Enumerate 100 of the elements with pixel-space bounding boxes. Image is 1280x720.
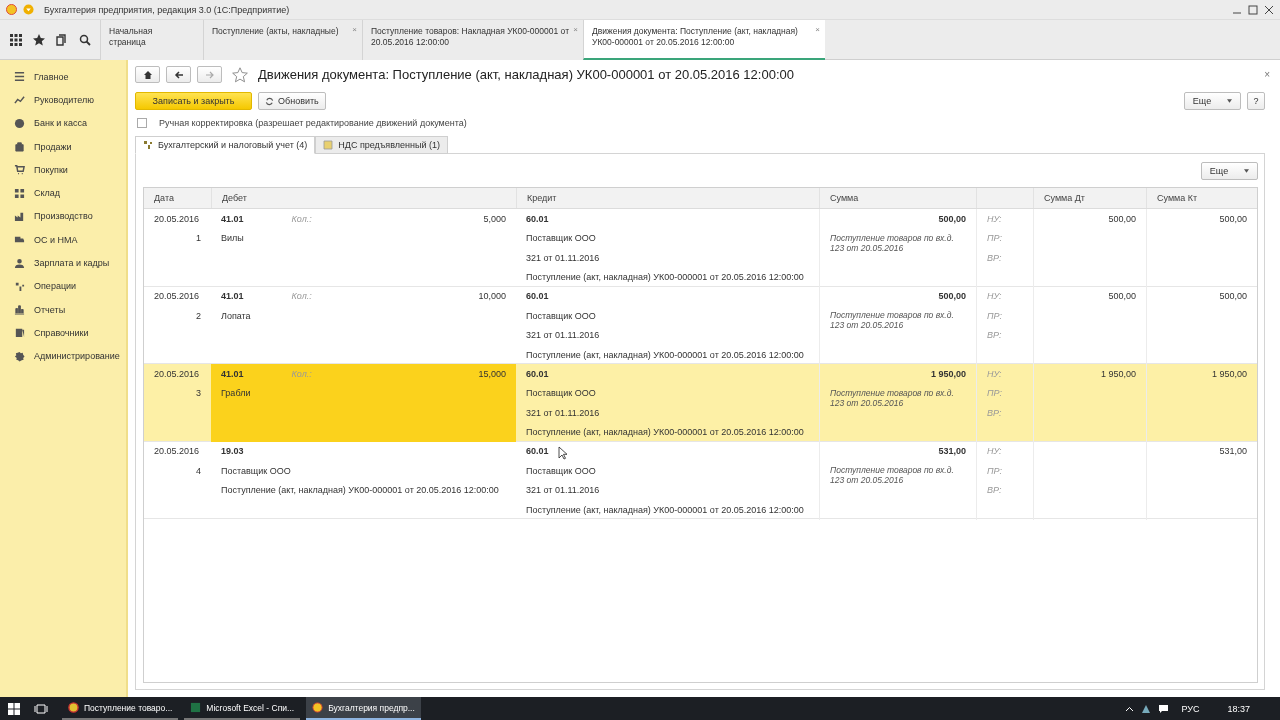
table-cell: НУ: (987, 368, 1002, 379)
taskbar-item[interactable]: Microsoft Excel - Спи... (184, 697, 301, 720)
column-header[interactable]: Сумма Кт (1146, 188, 1257, 208)
table-cell: ПР: (987, 310, 1002, 321)
table-cell-text: Поступление товаров по вх.д. 123 от 20.05.2016 (830, 310, 955, 330)
table-cell: Поступление (акт, накладная) УК00-000001 от 20.05.2016 12:00:00 (221, 485, 499, 496)
maximize-icon[interactable] (1248, 4, 1258, 15)
table-cell: 3 (196, 388, 201, 399)
form-tab[interactable]: Бухгалтерский и налоговый учет (4) (135, 136, 316, 154)
table-cell: 41.01 (221, 213, 244, 224)
table-cell-text: Поступление товаров по вх.д. 123 от 20.05.2016 (830, 465, 955, 485)
clock[interactable]: 18:37 (1227, 703, 1250, 714)
sidebar-item[interactable]: Продажи (14, 134, 126, 159)
table-cell: 10,000 (478, 291, 506, 302)
refresh-button[interactable]: Обновить (258, 92, 326, 110)
sidebar-item[interactable]: Отчеты (14, 297, 126, 322)
document-tab[interactable]: Поступление товаров: Накладная УК00-000001 от 20.05.2016 12:00:00 × (362, 20, 583, 60)
sidebar-item[interactable]: Справочники (14, 321, 126, 345)
column-header[interactable]: Дебет (211, 188, 516, 208)
table-cell-text: Поступление товаров по вх.д. 123 от 20.05.2016 (830, 387, 955, 408)
apps-grid-icon[interactable] (9, 33, 22, 46)
table-cell: 4 (196, 465, 201, 476)
table-cell: Поставщик ООО (526, 310, 596, 321)
app-icon (312, 702, 324, 713)
table-cell: Поставщик ООО (526, 233, 596, 244)
document-tab[interactable]: Движения документа: Поступление (акт, накладная) УК00-000001 от 20.05.2016 12:00:00 × (583, 20, 825, 60)
table-cell: Поступление (акт, накладная) УК00-000001 от 20.05.2016 12:00:00 (526, 349, 804, 360)
more-dropdown[interactable]: Еще (1184, 92, 1241, 110)
close-icon[interactable] (1264, 4, 1274, 15)
table-row[interactable] (144, 441, 1257, 519)
sidebar-item[interactable]: Операции (14, 274, 126, 298)
table-cell: 321 от 01.11.2016 (526, 485, 600, 496)
sidebar-item[interactable]: Банк и касса (14, 111, 126, 135)
task-view-icon[interactable] (34, 702, 48, 715)
taskbar-item[interactable]: Бухгалтерия предпр... (306, 697, 421, 720)
form-tab[interactable]: НДС предъявленный (1) (315, 136, 448, 154)
help-button[interactable]: ? (1247, 92, 1265, 110)
language-indicator[interactable]: РУС (1181, 703, 1200, 714)
home-button[interactable] (135, 66, 160, 83)
save-and-close-button[interactable]: Записать и закрыть (135, 92, 252, 110)
document-tab[interactable]: Поступление (акты, накладные) × (203, 20, 362, 60)
table-cell: Поступление (акт, накладная) УК00-000001 от 20.05.2016 12:00:00 (526, 427, 804, 438)
table-row[interactable] (144, 364, 1257, 442)
checkbox[interactable] (137, 118, 147, 128)
star-icon[interactable] (232, 66, 248, 83)
cursor-icon (558, 446, 568, 460)
table-cell: ВР: (987, 330, 1002, 341)
sidebar-item[interactable]: Главное (14, 65, 126, 89)
table-cell: 60.01 (526, 213, 549, 224)
right-arrow-icon (204, 69, 215, 80)
star-icon[interactable] (32, 33, 45, 46)
table-cell: 20.05.2016 (154, 213, 200, 224)
sidebar-item[interactable]: Производство (14, 204, 126, 229)
table-cell: 19.03 (221, 446, 244, 457)
bag-icon (14, 141, 25, 153)
sidebar-item[interactable]: Администрирование (14, 344, 126, 368)
window-title: Бухгалтерия предприятия, редакция 3.0 (1С:Предприятие) (44, 4, 290, 15)
table-row[interactable] (144, 286, 1257, 364)
close-icon[interactable]: × (1264, 69, 1270, 80)
column-header[interactable]: Сумма Дт (1033, 188, 1146, 208)
table-cell: 1 950,00 (1100, 368, 1136, 379)
table-cell: 1 950,00 (930, 368, 966, 379)
tab-label: Поступление товаров: Накладная УК00-000001 от 20.05.2016 12:00:00 (371, 26, 571, 48)
table-cell: 5,000 (483, 213, 506, 224)
taskbar-item[interactable]: Поступление товаро... (62, 697, 179, 720)
back-button[interactable] (166, 66, 191, 83)
taskbar-label: Бухгалтерия предпр... (328, 702, 415, 713)
sidebar-item[interactable]: Руководителю (14, 88, 126, 112)
table-cell: 500,00 (1108, 213, 1136, 224)
taskbar-label: Microsoft Excel - Спи... (206, 702, 295, 713)
table-cell: 321 от 01.11.2016 (526, 330, 600, 341)
table-cell: Кол.: (291, 291, 312, 302)
history-icon[interactable] (55, 33, 68, 46)
document-icon (323, 140, 334, 150)
chevron-up-icon[interactable] (1125, 705, 1135, 712)
more-dropdown[interactable]: Еще (1201, 162, 1258, 180)
gear-icon (14, 350, 25, 362)
sidebar-item[interactable]: Покупки (14, 158, 126, 182)
table-cell: Грабли (221, 388, 251, 399)
table-cell: 500,00 (938, 291, 966, 302)
start-icon[interactable] (8, 702, 20, 715)
table-cell: Кол.: (291, 368, 312, 379)
column-header[interactable]: Сумма (819, 188, 976, 208)
column-header[interactable]: Дата (144, 188, 211, 208)
table-cell: НУ: (987, 446, 1002, 457)
person-icon (14, 257, 25, 269)
book-icon (14, 327, 25, 339)
sidebar-item[interactable]: Зарплата и кадры (14, 251, 126, 275)
sidebar-item[interactable]: Склад (14, 181, 126, 205)
left-arrow-icon (173, 69, 184, 80)
message-icon[interactable] (1158, 703, 1170, 714)
table-cell: 531,00 (1219, 446, 1247, 457)
document-tab[interactable]: Начальная страница (100, 20, 203, 60)
table-cell: 20.05.2016 (154, 446, 200, 457)
table-cell-text: Поступление товаров по вх.д. 123 от 20.05.2016 (830, 232, 955, 253)
column-header[interactable]: Кредит (516, 188, 819, 208)
tab-label: Начальная страница (109, 26, 154, 48)
search-icon[interactable] (78, 33, 91, 46)
close-icon[interactable]: × (815, 24, 820, 35)
sidebar-item[interactable]: ОС и НМА (14, 228, 126, 252)
